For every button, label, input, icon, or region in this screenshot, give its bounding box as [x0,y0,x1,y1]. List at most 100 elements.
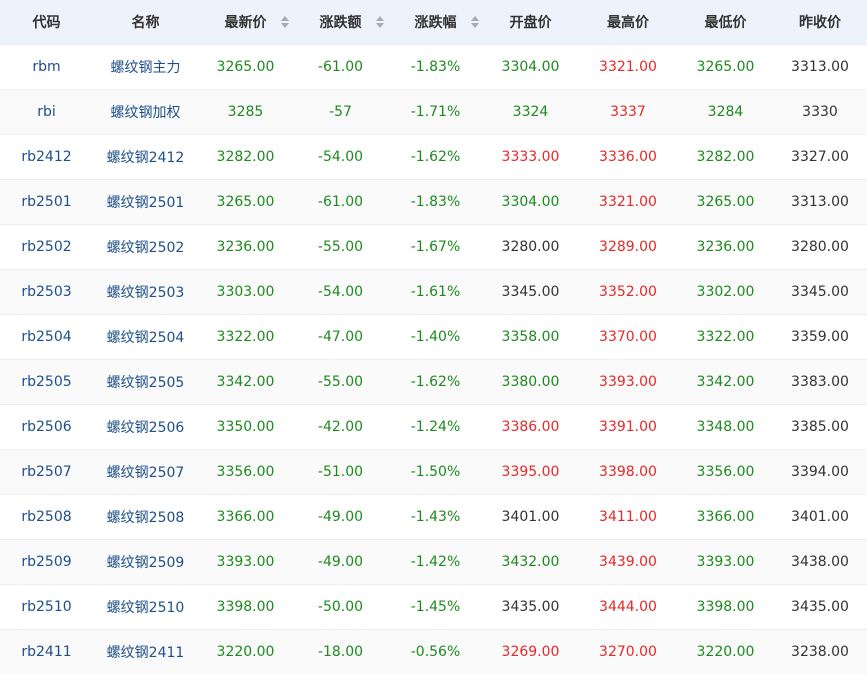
cell-name[interactable]: 螺纹钢2505 [93,359,198,405]
cell-low: 3366.00 [678,494,773,540]
cell-code[interactable]: rbm [0,44,93,90]
cell-name[interactable]: 螺纹钢主力 [93,44,198,90]
cell-code[interactable]: rb2510 [0,584,93,630]
cell-code[interactable]: rbi [0,89,93,135]
sort-caret-icon[interactable] [375,16,384,28]
table-row[interactable]: rb2505 螺纹钢2505 3342.00 -55.00 -1.62% 3380.00 3… [0,359,867,405]
header-high: 最高价 [578,0,678,45]
cell-change: -54.00 [293,134,388,180]
cell-change-percent: -1.67% [388,224,483,270]
table-row[interactable]: rb2506 螺纹钢2506 3350.00 -42.00 -1.24% 3386.00 3… [0,404,867,450]
cell-code[interactable]: rb2506 [0,404,93,450]
table-row[interactable]: rb2412 螺纹钢2412 3282.00 -54.00 -1.62% 3333.00 3… [0,134,867,180]
header-open: 开盘价 [483,0,578,45]
cell-high: 3321.00 [578,44,678,90]
cell-prev-close: 3435.00 [773,584,867,630]
table-row[interactable]: rb2510 螺纹钢2510 3398.00 -50.00 -1.45% 3435.00 3… [0,584,867,630]
cell-change-percent: -1.62% [388,359,483,405]
cell-change-percent: -1.62% [388,134,483,180]
cell-high: 3352.00 [578,269,678,315]
cell-code[interactable]: rb2502 [0,224,93,270]
header-label-wrap: 涨跌额 [320,12,384,32]
table-row[interactable]: rb2411 螺纹钢2411 3220.00 -18.00 -0.56% 3269.00 3… [0,629,867,674]
cell-name[interactable]: 螺纹钢2502 [93,224,198,270]
table-row[interactable]: rb2504 螺纹钢2504 3322.00 -47.00 -1.40% 3358.00 3… [0,314,867,360]
cell-change: -42.00 [293,404,388,450]
cell-code[interactable]: rb2505 [0,359,93,405]
cell-open: 3432.00 [483,539,578,585]
cell-open: 3386.00 [483,404,578,450]
header-change-percent[interactable]: 涨跌幅 [388,0,483,45]
cell-code[interactable]: rb2503 [0,269,93,315]
table-row[interactable]: rb2507 螺纹钢2507 3356.00 -51.00 -1.50% 3395.00 3… [0,449,867,495]
cell-name[interactable]: 螺纹钢2506 [93,404,198,450]
cell-low: 3236.00 [678,224,773,270]
table-row[interactable]: rb2508 螺纹钢2508 3366.00 -49.00 -1.43% 3401.00 3… [0,494,867,540]
cell-high: 3393.00 [578,359,678,405]
futures-quote-table: 代码 名称 最新价 涨跌额 涨跌幅 开盘价 最高价 最低价 昨收价 rbm 螺纹钢… [0,0,867,674]
cell-change-percent: -1.42% [388,539,483,585]
cell-latest-price: 3220.00 [198,629,293,674]
cell-open: 3324 [483,89,578,135]
cell-high: 3444.00 [578,584,678,630]
table-row[interactable]: rbi 螺纹钢加权 3285 -57 -1.71% 3324 3337 3284 3330 [0,89,867,135]
cell-high: 3321.00 [578,179,678,225]
cell-name[interactable]: 螺纹钢2411 [93,629,198,674]
cell-code[interactable]: rb2501 [0,179,93,225]
cell-change: -61.00 [293,179,388,225]
cell-high: 3370.00 [578,314,678,360]
cell-prev-close: 3330 [773,89,867,135]
cell-open: 3435.00 [483,584,578,630]
cell-high: 3411.00 [578,494,678,540]
cell-name[interactable]: 螺纹钢2507 [93,449,198,495]
header-label-wrap: 最新价 [225,12,289,32]
cell-name[interactable]: 螺纹钢2509 [93,539,198,585]
sort-caret-icon[interactable] [470,16,479,28]
header-label: 开盘价 [509,15,552,31]
cell-low: 3284 [678,89,773,135]
cell-name[interactable]: 螺纹钢2503 [93,269,198,315]
cell-prev-close: 3359.00 [773,314,867,360]
cell-latest-price: 3356.00 [198,449,293,495]
cell-change-percent: -1.83% [388,44,483,90]
cell-name[interactable]: 螺纹钢2501 [93,179,198,225]
cell-code[interactable]: rb2508 [0,494,93,540]
cell-change: -47.00 [293,314,388,360]
cell-open: 3269.00 [483,629,578,674]
cell-change-percent: -1.45% [388,584,483,630]
cell-name[interactable]: 螺纹钢2510 [93,584,198,630]
header-row: 代码 名称 最新价 涨跌额 涨跌幅 开盘价 最高价 最低价 昨收价 [0,0,867,45]
cell-name[interactable]: 螺纹钢加权 [93,89,198,135]
header-latest-price[interactable]: 最新价 [198,0,293,45]
header-label: 最高价 [607,15,649,31]
table-row[interactable]: rb2501 螺纹钢2501 3265.00 -61.00 -1.83% 3304.00 3… [0,179,867,225]
cell-code[interactable]: rb2507 [0,449,93,495]
cell-code[interactable]: rb2509 [0,539,93,585]
cell-high: 3336.00 [578,134,678,180]
cell-code[interactable]: rb2411 [0,629,93,674]
table-row[interactable]: rb2503 螺纹钢2503 3303.00 -54.00 -1.61% 3345.00 3… [0,269,867,315]
cell-prev-close: 3383.00 [773,359,867,405]
cell-prev-close: 3238.00 [773,629,867,674]
cell-low: 3393.00 [678,539,773,585]
table-row[interactable]: rbm 螺纹钢主力 3265.00 -61.00 -1.83% 3304.00 3321.0… [0,44,867,90]
header-change[interactable]: 涨跌额 [293,0,388,45]
table-row[interactable]: rb2509 螺纹钢2509 3393.00 -49.00 -1.42% 3432.00 3… [0,539,867,585]
cell-name[interactable]: 螺纹钢2508 [93,494,198,540]
cell-latest-price: 3393.00 [198,539,293,585]
cell-code[interactable]: rb2504 [0,314,93,360]
cell-latest-price: 3398.00 [198,584,293,630]
cell-change-percent: -1.71% [388,89,483,135]
cell-name[interactable]: 螺纹钢2412 [93,134,198,180]
cell-change-percent: -1.43% [388,494,483,540]
cell-code[interactable]: rb2412 [0,134,93,180]
cell-name[interactable]: 螺纹钢2504 [93,314,198,360]
header-label: 代码 [32,15,61,31]
sort-caret-icon[interactable] [280,16,289,28]
header-name: 名称 [93,0,198,45]
cell-low: 3265.00 [678,179,773,225]
table-row[interactable]: rb2502 螺纹钢2502 3236.00 -55.00 -1.67% 3280.00 3… [0,224,867,270]
cell-change: -54.00 [293,269,388,315]
header-prev-close: 昨收价 [773,0,867,45]
cell-high: 3270.00 [578,629,678,674]
